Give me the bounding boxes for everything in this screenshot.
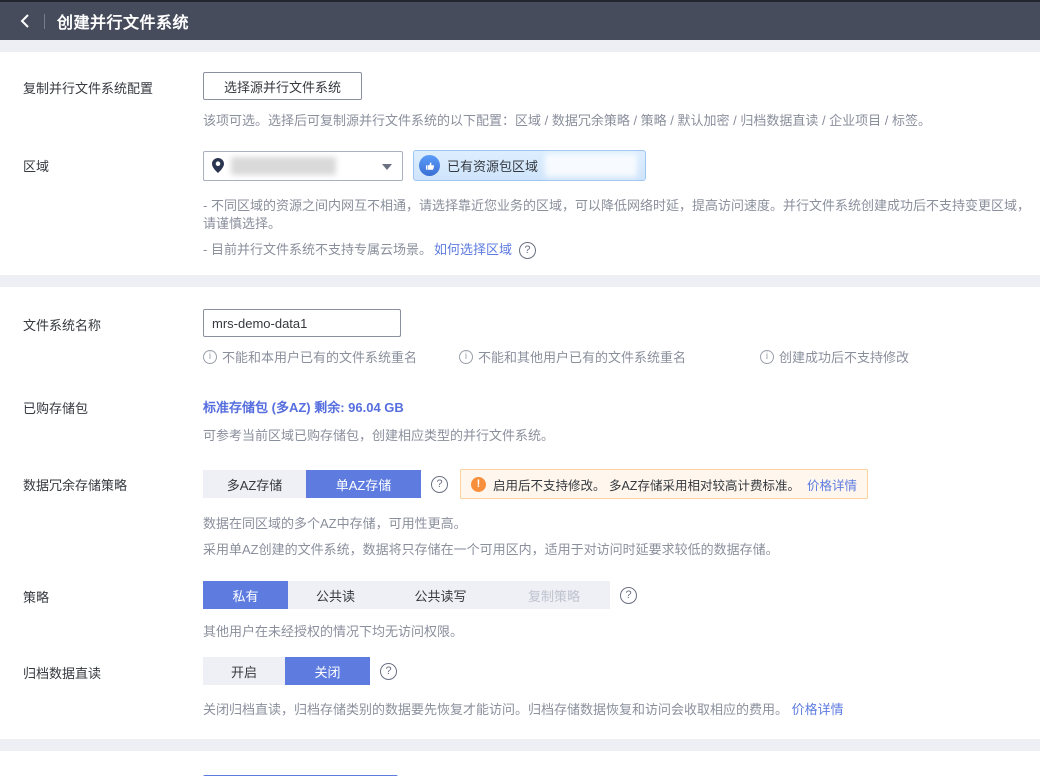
toggle-private[interactable]: 私有 [203,581,288,609]
chevron-left-icon [19,14,32,28]
thumbs-up-icon [419,155,440,176]
back-button[interactable] [14,10,36,32]
section-source-and-region: 复制并行文件系统配置 选择源并行文件系统 该项可选。选择后可复制源并行文件系统的… [0,52,1040,275]
redundancy-hint-1: 数据在同区域的多个AZ中存储，可用性更高。 [0,515,1040,533]
storage-package-hint: 可参考当前区域已购存储包，创建相应类型的并行文件系统。 [0,427,1040,445]
page-title: 创建并行文件系统 [57,9,189,33]
warning-text: 启用后不支持修改。 多AZ存储采用相对较高计费标准。 [493,475,800,494]
copy-config-label: 复制并行文件系统配置 [23,72,203,97]
archive-hint-text: 关闭归档直读，归档存储类别的数据要先恢复才能访问。归档存储数据恢复和访问会收取相… [203,702,788,717]
header-divider [44,14,45,29]
form-row-name: 文件系统名称 [0,309,1040,337]
info-circle-icon: i [203,350,217,364]
select-source-filesystem-button[interactable]: 选择源并行文件系统 [203,72,362,100]
section-separator [0,275,1040,287]
form-row-archive: 归档数据直读 开启 关闭 ? [0,657,1040,685]
storage-package-value-link[interactable]: 标准存储包 (多AZ) 剩余: 96.04 GB [203,397,404,416]
question-circle-icon[interactable]: ? [431,476,448,493]
toggle-public-read[interactable]: 公共读 [288,581,383,609]
redundancy-label: 数据冗余存储策略 [23,469,203,494]
policy-label: 策略 [23,581,203,606]
name-hint-2: 不能和其他用户已有的文件系统重名 [478,347,686,366]
region-value-redacted [231,157,336,175]
region-hint-2-text: - 目前并行文件系统不支持专属云场景。 [203,241,432,259]
section-separator [0,739,1040,751]
exclamation-circle-icon: ! [471,477,486,492]
form-row-redundancy: 数据冗余存储策略 多AZ存储 单AZ存储 ? ! 启用后不支持修改。 多AZ存储… [0,469,1040,499]
region-select[interactable] [203,151,403,181]
toggle-archive-off[interactable]: 关闭 [285,657,370,685]
filesystem-name-input[interactable] [203,309,401,337]
name-hint-1: 不能和本用户已有的文件系统重名 [222,347,417,366]
toggle-public-read-write[interactable]: 公共读写 [383,581,498,609]
toggle-replication-policy: 复制策略 [498,581,610,609]
question-circle-icon[interactable]: ? [519,242,536,259]
name-hint-3: 创建成功后不支持修改 [779,347,909,366]
region-label: 区域 [23,150,203,175]
question-circle-icon[interactable]: ? [620,587,637,604]
archive-label: 归档数据直读 [23,657,203,682]
map-pin-icon [212,158,224,173]
info-circle-icon: i [760,350,774,364]
form-row-region: 区域 已有资源包区域 [0,150,1040,181]
region-hint-1: - 不同区域的资源之间内网互不相通，请选择靠近您业务的区域，可以降低网络时延，提… [0,197,1040,233]
price-details-link[interactable]: 价格详情 [807,475,857,494]
badge-region-redacted [545,154,637,177]
page-header: 创建并行文件系统 [0,2,1040,40]
copy-config-hint: 该项可选。选择后可复制源并行文件系统的以下配置：区域 / 数据冗余策略 / 策略… [0,112,1040,130]
archive-hint: 关闭归档直读，归档存储类别的数据要先恢复才能访问。归档存储数据恢复和访问会收取相… [0,701,1040,719]
policy-hint: 其他用户在未经授权的情况下均无访问权限。 [0,623,1040,641]
badge-label: 已有资源包区域 [447,156,538,175]
caret-down-icon [382,164,392,170]
storage-package-label: 已购存储包 [23,392,203,417]
toggle-single-az[interactable]: 单AZ存储 [306,470,421,498]
region-hint-2: - 目前并行文件系统不支持专属云场景。 如何选择区域 ? [0,241,1040,259]
redundancy-hint-2: 采用单AZ创建的文件系统，数据将只存储在一个可用区内，适用于对访问时延要求较低的… [0,541,1040,559]
how-to-select-region-link[interactable]: 如何选择区域 [434,241,512,259]
section-enterprise-project: 企业项目 default 新建企业项目 ? [0,751,1040,776]
redundancy-warning: ! 启用后不支持修改。 多AZ存储采用相对较高计费标准。 价格详情 [460,469,868,499]
filesystem-name-label: 文件系统名称 [23,309,203,334]
question-circle-icon[interactable]: ? [380,663,397,680]
filesystem-name-hints: i 不能和本用户已有的文件系统重名 i 不能和其他用户已有的文件系统重名 i 创… [0,347,1040,366]
toggle-multi-az[interactable]: 多AZ存储 [203,470,306,498]
info-circle-icon: i [459,350,473,364]
section-filesystem-settings: 文件系统名称 i 不能和本用户已有的文件系统重名 i 不能和其他用户已有的文件系… [0,287,1040,739]
form-row-storage-package: 已购存储包 标准存储包 (多AZ) 剩余: 96.04 GB [0,392,1040,417]
price-details-link[interactable]: 价格详情 [792,702,844,717]
form-row-policy: 策略 私有 公共读 公共读写 复制策略 ? [0,581,1040,609]
form-row-copy-config: 复制并行文件系统配置 选择源并行文件系统 [0,72,1040,100]
toggle-archive-on[interactable]: 开启 [203,657,285,685]
resource-package-region-badge[interactable]: 已有资源包区域 [413,150,646,181]
section-separator [0,40,1040,52]
